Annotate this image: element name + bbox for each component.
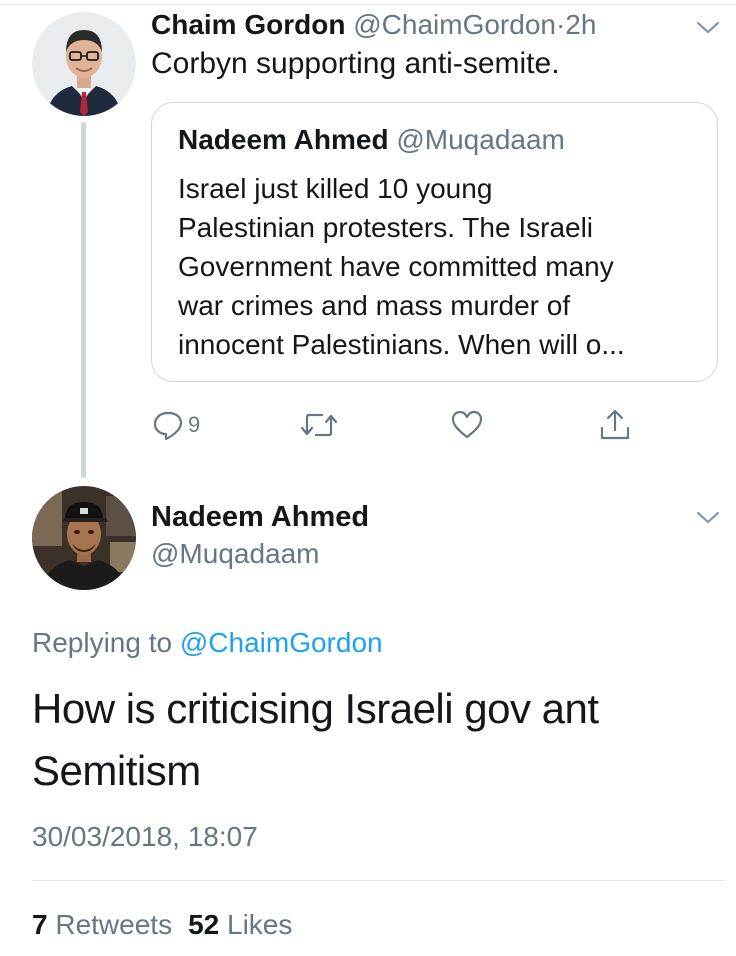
- tweet-stats: 7 Retweets 52 Likes: [32, 908, 292, 942]
- share-icon: [600, 409, 630, 440]
- retweets-label: Retweets: [55, 909, 173, 940]
- share-button[interactable]: [598, 405, 632, 445]
- retweets-count: 7: [32, 909, 48, 940]
- reply-button[interactable]: 9: [152, 405, 200, 445]
- parent-tweet-time[interactable]: 2h: [565, 9, 596, 40]
- quoted-text-line: innocent Palestinians. When will o...: [178, 329, 625, 360]
- replying-prefix: Replying to: [32, 627, 173, 658]
- like-button[interactable]: [450, 405, 484, 445]
- avatar-chaim-gordon[interactable]: [32, 12, 136, 116]
- likes-count: 52: [188, 909, 220, 940]
- retweet-icon: [300, 413, 338, 437]
- quoted-text-line: Palestinian protesters. The Israeli: [178, 212, 594, 243]
- tweet-text-line: How is criticising Israeli gov ant: [32, 685, 599, 732]
- tweet-timestamp: 30/03/2018, 18:07: [32, 821, 258, 852]
- chevron-down-icon[interactable]: [695, 510, 721, 526]
- quoted-text-line: Israel just killed 10 young: [178, 173, 493, 204]
- likes-stat[interactable]: 52 Likes: [188, 909, 292, 940]
- focused-author-handle[interactable]: @Muqadaam: [151, 537, 320, 571]
- focused-author-name[interactable]: Nadeem Ahmed: [151, 500, 369, 534]
- retweet-button[interactable]: [300, 405, 338, 445]
- avatar-nadeem-ahmed[interactable]: [32, 486, 136, 590]
- focused-tweet-text: How is criticising Israeli gov ant Semit…: [32, 678, 712, 802]
- quoted-tweet-text: Israel just killed 10 young Palestinian …: [178, 169, 698, 364]
- likes-label: Likes: [227, 909, 293, 940]
- retweets-stat[interactable]: 7 Retweets: [32, 909, 172, 940]
- tweet-text-line: Semitism: [32, 747, 201, 794]
- quoted-text-line: war crimes and mass murder of: [178, 290, 571, 321]
- reply-count: 9: [188, 412, 201, 437]
- replying-to-line: Replying to @ChaimGordon: [32, 626, 383, 660]
- tweet-action-bar: 9: [0, 405, 736, 445]
- divider: [32, 880, 724, 881]
- quoted-tweet-card[interactable]: Nadeem Ahmed @Muqadaam Israel just kille…: [151, 102, 718, 382]
- parent-author-handle[interactable]: @ChaimGordon: [353, 9, 556, 40]
- quoted-tweet-header: Nadeem Ahmed @Muqadaam: [178, 123, 565, 157]
- quoted-text-line: Government have committed many: [178, 251, 614, 282]
- header-separator: ·: [555, 9, 566, 40]
- quoted-author-handle: @Muqadaam: [396, 124, 565, 155]
- chevron-down-icon[interactable]: [695, 20, 721, 36]
- reply-icon: [153, 411, 183, 441]
- heart-icon: [451, 410, 483, 439]
- parent-tweet-header: Chaim Gordon @ChaimGordon·2h: [151, 8, 596, 42]
- parent-author-name[interactable]: Chaim Gordon: [151, 9, 345, 40]
- quoted-author-name: Nadeem Ahmed: [178, 124, 389, 155]
- parent-tweet-text: Corbyn supporting anti-semite.: [151, 47, 560, 80]
- replying-mention-link[interactable]: @ChaimGordon: [180, 627, 383, 658]
- top-divider: [0, 4, 736, 5]
